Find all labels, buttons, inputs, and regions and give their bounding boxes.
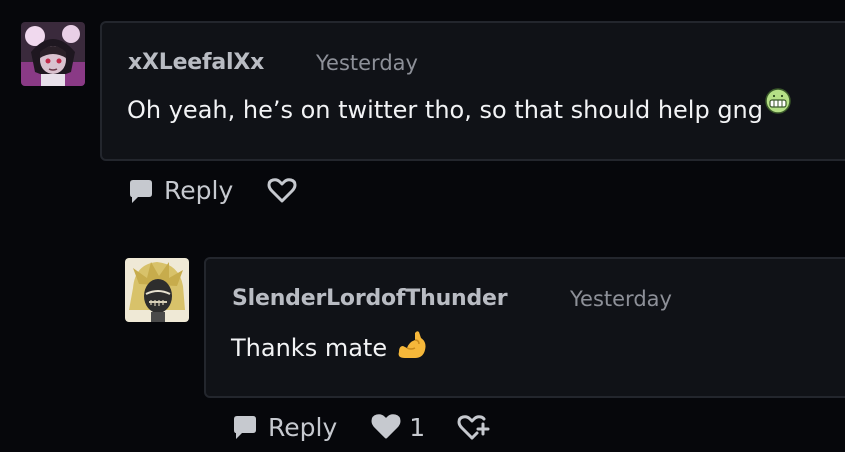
- like-button[interactable]: 1: [371, 413, 425, 442]
- comment-text: Oh yeah, he’s on twitter tho, so that sh…: [127, 88, 791, 126]
- add-reaction-button[interactable]: [457, 412, 491, 442]
- grinning-face-emoji: [765, 88, 791, 120]
- comment-username[interactable]: SlenderLordofThunder: [232, 286, 508, 311]
- comment-username[interactable]: xXLeefalXx: [128, 50, 264, 75]
- comment-timestamp: Yesterday: [316, 51, 418, 75]
- reply-button[interactable]: Reply: [127, 176, 233, 205]
- comment-text-body: Thanks mate: [231, 334, 388, 362]
- comment-actions: Reply 1: [231, 412, 491, 442]
- comment-avatar[interactable]: [21, 22, 85, 86]
- reply-label: Reply: [164, 176, 234, 205]
- heart-icon: [371, 413, 401, 441]
- comment-avatar[interactable]: [125, 258, 189, 322]
- comment-timestamp: Yesterday: [570, 287, 672, 311]
- add-reaction-icon: [457, 412, 491, 442]
- speech-bubble-icon: [231, 413, 259, 441]
- comment-bubble: SlenderLordofThunder Yesterday Thanks ma…: [204, 257, 845, 398]
- comment-text: Thanks mate: [231, 330, 429, 366]
- like-count: 1: [409, 412, 426, 442]
- comment-text-body: Oh yeah, he’s on twitter tho, so that sh…: [127, 96, 763, 124]
- comment-actions: Reply: [127, 176, 303, 205]
- speech-bubble-icon: [127, 177, 155, 205]
- reply-button[interactable]: Reply: [231, 413, 337, 442]
- like-button[interactable]: [267, 177, 303, 205]
- reply-label: Reply: [268, 412, 338, 442]
- heart-icon: [267, 177, 297, 205]
- comment-bubble: xXLeefalXx Yesterday Oh yeah, he’s on tw…: [100, 21, 845, 161]
- pinching-hand-emoji: [395, 330, 429, 366]
